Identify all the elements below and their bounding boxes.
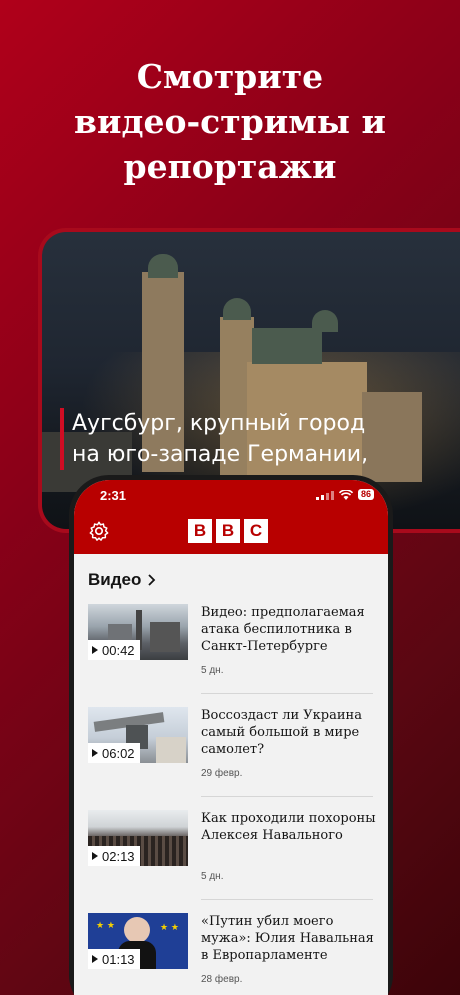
town-hall-roof: [252, 328, 322, 364]
video-date: 5 дн.: [201, 871, 224, 882]
headline-line: Смотрите: [136, 57, 324, 96]
phone-screen: 2:31 86 B B C Видео 00:42 Видео: предпол…: [74, 480, 388, 995]
video-feed: Видео 00:42 Видео: предполагаемая атака …: [74, 554, 388, 995]
wifi-icon: [338, 489, 353, 500]
duration-text: 02:13: [102, 848, 135, 864]
bbc-logo[interactable]: B B C: [188, 519, 268, 543]
tower-dome: [312, 310, 338, 332]
battery-icon: 86: [357, 489, 374, 500]
phone-mockup: 2:31 86 B B C Видео 00:42 Видео: предпол…: [69, 475, 393, 995]
video-date: 5 дн.: [201, 665, 224, 676]
status-bar: 2:31 86: [74, 480, 388, 514]
video-thumbnail[interactable]: ★ ★ ★ ★ 01:13: [88, 913, 188, 969]
play-icon: [92, 646, 98, 654]
video-title[interactable]: «Путин убил моего мужа»: Юлия Навальная …: [201, 913, 376, 964]
list-item[interactable]: 06:02 Воссоздаст ли Украина самый большо…: [88, 707, 372, 810]
list-item[interactable]: 02:13 Как проходили похороны Алексея Нав…: [88, 810, 376, 913]
video-thumbnail[interactable]: 06:02: [88, 707, 188, 763]
video-thumbnail[interactable]: 00:42: [88, 604, 188, 660]
duration-text: 06:02: [102, 745, 135, 761]
logo-letter: B: [188, 519, 212, 543]
logo-letter: C: [244, 519, 268, 543]
section-header-video[interactable]: Видео: [88, 570, 156, 590]
caption-line: на юго-западе Германии,: [72, 442, 369, 467]
cellular-signal-icon: [315, 490, 334, 500]
video-caption: Аугсбург, крупный город на юго-западе Ге…: [60, 408, 368, 470]
play-icon: [92, 955, 98, 963]
duration-text: 00:42: [102, 642, 135, 658]
promo-headline: Смотрите видео-стримы и репортажи: [0, 54, 460, 189]
duration-badge: 02:13: [88, 846, 140, 866]
duration-badge: 00:42: [88, 640, 140, 660]
tower-dome: [148, 254, 178, 278]
video-title[interactable]: Видео: предполагаемая атака беспилотника…: [201, 604, 376, 655]
list-item[interactable]: 00:42 Видео: предполагаемая атака беспил…: [88, 604, 372, 707]
duration-badge: 01:13: [88, 949, 140, 969]
gear-icon[interactable]: [88, 520, 110, 542]
divider: [201, 796, 373, 797]
logo-letter: B: [216, 519, 240, 543]
divider: [201, 693, 373, 694]
status-time: 2:31: [100, 488, 127, 503]
duration-badge: 06:02: [88, 743, 140, 763]
duration-text: 01:13: [102, 951, 135, 967]
list-item[interactable]: ★ ★ ★ ★ 01:13 «Путин убил моего мужа»: Ю…: [88, 913, 374, 995]
section-title: Видео: [88, 570, 142, 589]
video-date: 29 февр.: [201, 768, 243, 779]
caption-line: Аугсбург, крупный город: [72, 411, 366, 436]
play-icon: [92, 749, 98, 757]
video-date: 28 февр.: [201, 974, 243, 985]
app-bar: B B C: [74, 514, 388, 554]
chevron-right-icon: [148, 574, 156, 586]
status-indicators: 86: [315, 489, 374, 500]
headline-line: репортажи: [123, 147, 337, 186]
divider: [201, 899, 373, 900]
building-illustration: [362, 392, 422, 482]
video-thumbnail[interactable]: 02:13: [88, 810, 188, 866]
video-title[interactable]: Воссоздаст ли Украина самый большой в ми…: [201, 707, 376, 758]
tower-dome: [223, 298, 251, 320]
headline-line: видео-стримы и: [74, 102, 386, 141]
play-icon: [92, 852, 98, 860]
video-title[interactable]: Как проходили похороны Алексея Навальног…: [201, 810, 376, 844]
